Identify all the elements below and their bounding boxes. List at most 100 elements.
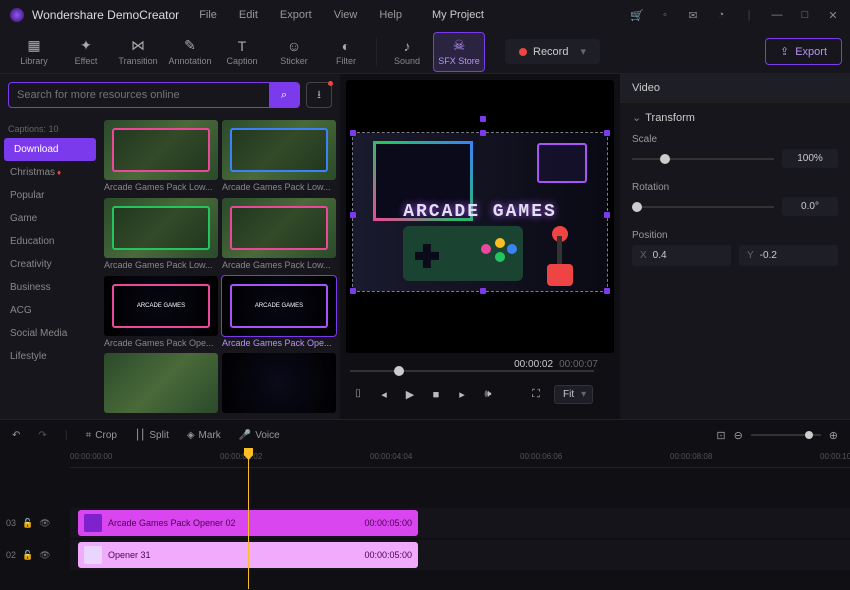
lock-icon[interactable]: 🔓 [22,550,33,561]
tab-sound[interactable]: ♪Sound [381,32,433,72]
resize-handle[interactable] [480,288,486,294]
asset-thumb[interactable]: Arcade Games Pack Low... [222,198,336,272]
tab-caption[interactable]: TCaption [216,32,268,72]
position-y-field[interactable]: Y-0.2 [739,245,838,266]
clip-thumb [84,514,102,532]
scale-value[interactable]: 100% [782,149,838,168]
record-button[interactable]: Record▾ [505,39,600,64]
tab-transition[interactable]: ⋈Transition [112,32,164,72]
tab-effect[interactable]: ✦Effect [60,32,112,72]
resize-handle[interactable] [604,212,610,218]
resize-handle[interactable] [480,130,486,136]
cat-christmas[interactable]: Christmas♦ [0,161,100,184]
tab-filter[interactable]: ◐Filter [320,32,372,72]
asset-thumb[interactable] [104,353,218,415]
crop-button[interactable]: ⌗Crop [86,430,117,441]
cat-game[interactable]: Game [0,207,100,230]
cat-business[interactable]: Business [0,276,100,299]
selection-box[interactable]: ARCADE GAMES [352,132,608,292]
rotation-slider[interactable] [632,206,774,208]
project-name: My Project [432,9,484,21]
cat-download[interactable]: Download [4,138,96,161]
next-button[interactable]: ▸ [454,388,470,401]
undo-button[interactable]: ↶ [12,430,20,441]
snapshot-button[interactable]: ⌷ [350,388,366,401]
menu-export[interactable]: Export [280,9,312,21]
resize-handle[interactable] [350,130,356,136]
mark-button[interactable]: ◈Mark [187,430,221,441]
account-icon[interactable]: ◦ [658,9,672,21]
scale-slider[interactable] [632,158,774,160]
maximize-icon[interactable]: □ [798,9,812,21]
support-icon[interactable]: ◔ [714,9,728,21]
cat-popular[interactable]: Popular [0,184,100,207]
props-tab-video[interactable]: Video [620,74,850,103]
split-button[interactable]: ⎮⎮Split [135,430,169,441]
asset-thumb[interactable]: ARCADE GAMESArcade Games Pack Ope... [222,276,336,350]
resize-handle[interactable] [604,288,610,294]
cart-icon[interactable]: 🛒 [630,9,644,22]
redo-button[interactable]: ↷ [38,430,46,441]
tab-sfx-store[interactable]: ☠SFX Store [433,32,485,72]
rotate-handle[interactable] [480,116,486,122]
downloads-button[interactable]: ⭳ [306,82,332,108]
resize-handle[interactable] [350,288,356,294]
zoom-in-button[interactable]: ⊕ [829,429,838,442]
tab-sticker[interactable]: ☺Sticker [268,32,320,72]
mail-icon[interactable]: ✉ [686,9,700,22]
play-button[interactable]: ▶ [402,388,418,401]
cat-lifestyle[interactable]: Lifestyle [0,345,100,368]
resize-handle[interactable] [350,212,356,218]
volume-button[interactable]: 🕪 [480,388,496,401]
asset-thumb[interactable] [222,353,336,415]
zoom-slider[interactable] [751,434,821,436]
cat-education[interactable]: Education [0,230,100,253]
tab-library[interactable]: ▦Library [8,32,60,72]
scrub-handle[interactable] [394,366,404,376]
slider-handle[interactable] [805,431,813,439]
prev-button[interactable]: ◂ [376,388,392,401]
track-lane[interactable]: Opener 3100:00:05:00 [70,540,850,570]
position-x-field[interactable]: X0.4 [632,245,731,266]
track-lane[interactable]: Arcade Games Pack Opener 0200:00:05:00 [70,508,850,538]
cat-acg[interactable]: ACG [0,299,100,322]
resize-handle[interactable] [604,130,610,136]
asset-thumb[interactable]: Arcade Games Pack Low... [222,120,336,194]
label-position: Position [632,230,838,241]
stop-button[interactable]: ■ [428,389,444,401]
eye-icon[interactable]: 👁 [39,518,50,529]
eye-icon[interactable]: 👁 [39,550,50,561]
tab-annotation[interactable]: ✎Annotation [164,32,216,72]
chevron-down-icon: ▾ [580,45,586,58]
chevron-down-icon: ⌄ [632,112,641,124]
timeline-ruler[interactable]: 00:00:00:00 00:00:02:02 00:00:04:04 00:0… [70,450,850,468]
fullscreen-button[interactable]: ⛶ [528,388,544,401]
search-input[interactable] [9,83,269,107]
search-button[interactable]: ⌕ [269,83,299,107]
menu-edit[interactable]: Edit [239,9,258,21]
cat-creativity[interactable]: Creativity [0,253,100,276]
slider-handle[interactable] [660,154,670,164]
menu-view[interactable]: View [334,9,358,21]
menu-help[interactable]: Help [379,9,402,21]
close-icon[interactable]: ✕ [826,9,840,22]
section-transform[interactable]: ⌄Transform [632,111,838,124]
cat-social-media[interactable]: Social Media [0,322,100,345]
asset-thumb[interactable]: Arcade Games Pack Low... [104,120,218,194]
lock-icon[interactable]: 🔓 [22,518,33,529]
fit-timeline-button[interactable]: ⊡ [716,429,725,442]
rotation-value[interactable]: 0.0° [782,197,838,216]
export-button[interactable]: ⇪Export [765,38,842,65]
menu-file[interactable]: File [199,9,217,21]
minimize-icon[interactable]: — [770,9,784,21]
zoom-out-button[interactable]: ⊖ [734,429,743,442]
fit-select[interactable]: Fit▾ [554,385,593,404]
slider-handle[interactable] [632,202,642,212]
playhead[interactable] [248,450,249,589]
preview-canvas[interactable]: ARCADE GAMES [346,80,614,353]
voice-button[interactable]: 🎤Voice [239,430,280,441]
preview-scrubber[interactable]: 00:00:02 00:00:07 [350,361,594,381]
asset-thumb[interactable]: Arcade Games Pack Low... [104,198,218,272]
time-current: 00:00:02 [514,359,553,370]
asset-thumb[interactable]: ARCADE GAMESArcade Games Pack Ope... [104,276,218,350]
